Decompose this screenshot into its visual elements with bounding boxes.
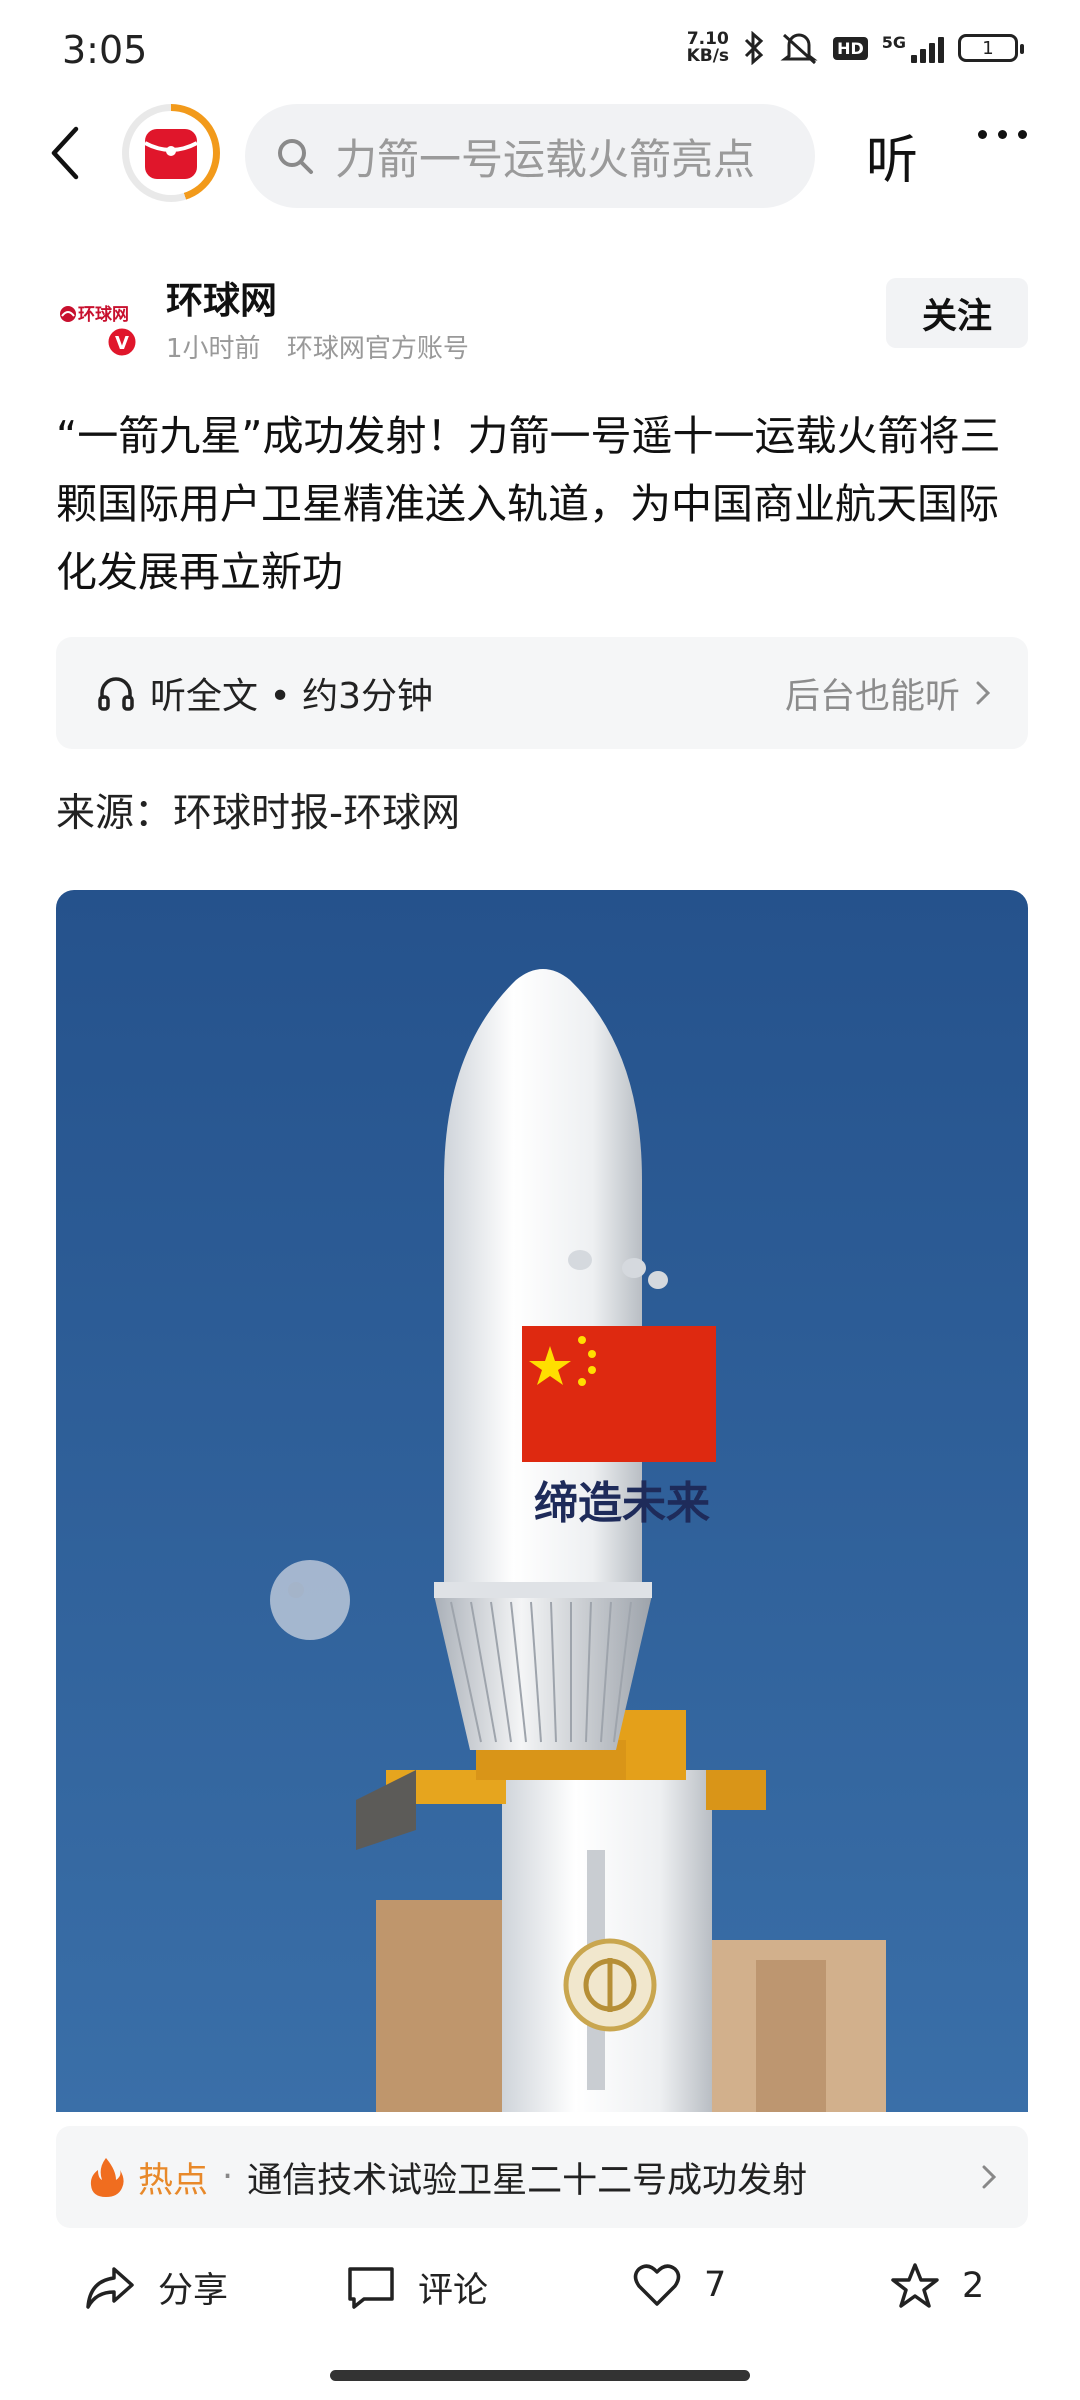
share-button[interactable]: 分享 — [84, 2262, 228, 2313]
follow-button[interactable]: 关注 — [886, 278, 1028, 348]
comment-label: 评论 — [418, 2271, 489, 2311]
share-label: 分享 — [158, 2271, 229, 2311]
search-icon — [278, 139, 313, 174]
search-placeholder: 力箭一号运载火箭亮点 — [335, 134, 756, 184]
headphones-icon — [98, 677, 134, 711]
avatar[interactable]: 环球网 V — [56, 272, 146, 362]
hot-label: 热点 — [138, 2160, 209, 2201]
share-icon — [86, 2266, 134, 2309]
article-image[interactable]: 缔造未来 — [56, 890, 1028, 2112]
comment-button[interactable]: 评论 — [346, 2262, 488, 2313]
svg-text:缔造未来: 缔造未来 — [534, 1478, 710, 1529]
listen-background-text: 后台也能听 — [784, 676, 960, 717]
like-count: 7 — [704, 2265, 727, 2305]
author-logo-icon: 环球网 V — [60, 305, 139, 359]
fire-icon — [90, 2158, 124, 2197]
article-headline: “一箭九星”成功发射！力箭一号遥十一运载火箭将三颗国际用户卫星精准送入轨道，为中… — [56, 412, 1001, 596]
back-icon — [51, 126, 79, 180]
app-logo-button[interactable] — [122, 104, 220, 202]
article-source: 来源：环球时报-环球网 — [56, 791, 461, 836]
chevron-right-icon — [982, 2165, 996, 2189]
svg-text:V: V — [115, 333, 129, 354]
favorite-count: 2 — [962, 2266, 985, 2306]
svg-text:环球网: 环球网 — [78, 305, 129, 325]
comment-icon — [348, 2266, 394, 2309]
status-time: 3:05 — [62, 28, 148, 72]
mute-bell-icon — [780, 33, 818, 65]
network-speed: 7.10 KB/s — [686, 29, 730, 66]
bluetooth-icon — [745, 31, 764, 65]
listen-full-text: 听全文 • 约3分钟 — [150, 676, 434, 717]
status-icons: 7.10 KB/s HD 5G 1 — [686, 29, 1024, 66]
account-type: 环球网官方账号 — [286, 334, 469, 364]
hd-badge: HD — [833, 36, 868, 60]
hot-separator: · — [222, 2157, 234, 2197]
star-icon — [891, 2263, 939, 2308]
app-logo-icon — [144, 129, 198, 179]
post-time: 1小时前 — [166, 334, 261, 364]
more-icon[interactable] — [978, 130, 1027, 139]
hot-topic-bar[interactable]: 热点 · 通信技术试验卫星二十二号成功发射 — [56, 2126, 1028, 2228]
chevron-right-icon — [976, 681, 990, 705]
listen-bar[interactable]: 听全文 • 约3分钟 后台也能听 — [56, 637, 1028, 749]
hot-topic-title: 通信技术试验卫星二十二号成功发射 — [247, 2160, 808, 2201]
signal-icon: 5G — [882, 33, 944, 63]
battery-icon: 1 — [958, 34, 1024, 62]
listen-button[interactable]: 听 — [866, 118, 918, 193]
author-name[interactable]: 环球网 — [166, 270, 277, 324]
favorite-button[interactable]: 2 — [890, 2262, 984, 2310]
back-button[interactable] — [40, 118, 90, 188]
home-indicator[interactable] — [330, 2370, 750, 2381]
search-input[interactable]: 力箭一号运载火箭亮点 — [245, 104, 815, 208]
like-button[interactable]: 7 — [632, 2262, 726, 2308]
heart-icon — [633, 2264, 681, 2306]
author-meta: 1小时前 环球网官方账号 — [166, 328, 469, 365]
